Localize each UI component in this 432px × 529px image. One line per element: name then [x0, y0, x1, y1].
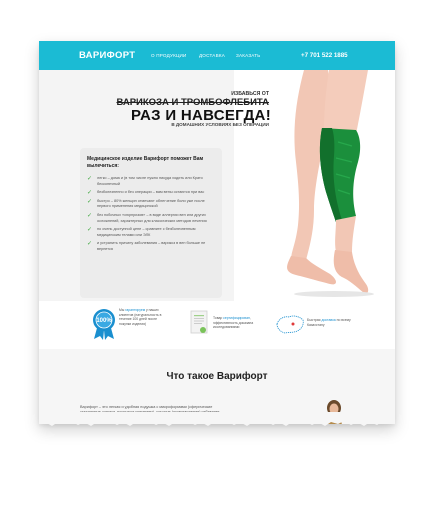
feature-highlight: гарантируем	[125, 308, 146, 312]
nav-item-order[interactable]: ЗАКАЗАТЬ	[236, 53, 260, 58]
check-icon: ✓	[87, 227, 93, 234]
feature-delivery: Быстрая доставка по всему Казахстану	[275, 306, 375, 342]
certificate-document-icon	[190, 310, 208, 334]
benefit-item: ✓ легко – дома и (в том числе нужно никуд…	[87, 176, 215, 187]
benefit-text: по очень доступной цене – сравните с без…	[97, 227, 196, 237]
nav-item-about[interactable]: О ПРОДУКЦИИ	[151, 53, 187, 58]
benefit-text: и устранить причину заболевания – варико…	[97, 241, 206, 251]
feature-guarantee: 100% Мы гарантируем у наших клиентов (на…	[91, 306, 171, 342]
benefits-card: Медицинское изделие Варифорт поможет Вам…	[80, 148, 222, 298]
svg-text:100%: 100%	[96, 318, 112, 324]
check-icon: ✓	[87, 190, 93, 197]
feature-text-prefix: Быстрая	[307, 318, 322, 322]
benefit-text: легко – дома и (в том числе нужно никуда…	[97, 176, 203, 186]
features-row: 100% Мы гарантируем у наших клиентов (на…	[39, 301, 395, 349]
check-icon: ✓	[87, 241, 93, 248]
about-title: Что такое Варифорт	[166, 371, 268, 382]
benefits-list: ✓ легко – дома и (в том числе нужно никуд…	[87, 176, 215, 253]
benefit-text: без побочных «сюрпризов» – в виде аллерг…	[97, 212, 207, 223]
check-icon: ✓	[87, 198, 93, 205]
headline-subtitle: В ДОМАШНИХ УСЛОВИЯХ БЕЗ ОПЕРАЦИИ	[171, 122, 269, 127]
kazakhstan-map-icon	[276, 315, 304, 334]
benefit-text: быстро – 80% женщин отмечают облегчение …	[97, 198, 205, 209]
feature-highlight: сертифицирован	[223, 316, 250, 320]
site-logo[interactable]: ВАРИФОРТ	[79, 50, 135, 61]
feature-highlight: доставка	[321, 318, 336, 322]
benefit-item: ✓ без побочных «сюрпризов» – в виде аллер…	[87, 213, 215, 224]
benefit-item: ✓ и устранить причину заболевания – варик…	[87, 241, 215, 252]
page-sheet: ВАРИФОРТ О ПРОДУКЦИИ ДОСТАВКА ЗАКАЗАТЬ +…	[39, 41, 395, 424]
torn-paper-edge	[39, 412, 395, 426]
benefit-item: ✓ быстро – 80% женщин отмечают облегчение…	[87, 199, 215, 210]
benefit-item: ✓ безболезненно и без операции – вам вены…	[87, 190, 215, 196]
feature-certified: Товар сертифицирован, эффективность дока…	[189, 306, 269, 342]
badge-100-percent-icon: 100%	[93, 309, 115, 340]
benefit-item: ✓ по очень доступной цене – сравните с бе…	[87, 227, 215, 238]
hero-section: ИЗБАВЬСЯ ОТ ВАРИКОЗА И ТРОМБОФЛЕБИТА РАЗ…	[39, 70, 395, 301]
top-navigation-bar: ВАРИФОРТ О ПРОДУКЦИИ ДОСТАВКА ЗАКАЗАТЬ +…	[39, 41, 395, 70]
benefits-title: Медицинское изделие Варифорт поможет Вам…	[87, 156, 204, 169]
benefit-text: безболезненно и без операции – вам вены …	[97, 190, 205, 195]
check-icon: ✓	[87, 212, 93, 219]
phone-number[interactable]: +7 701 522 1885	[301, 52, 348, 59]
feature-text-prefix: Товар	[213, 316, 224, 320]
nav-item-delivery[interactable]: ДОСТАВКА	[199, 53, 225, 58]
check-icon: ✓	[87, 176, 93, 182]
